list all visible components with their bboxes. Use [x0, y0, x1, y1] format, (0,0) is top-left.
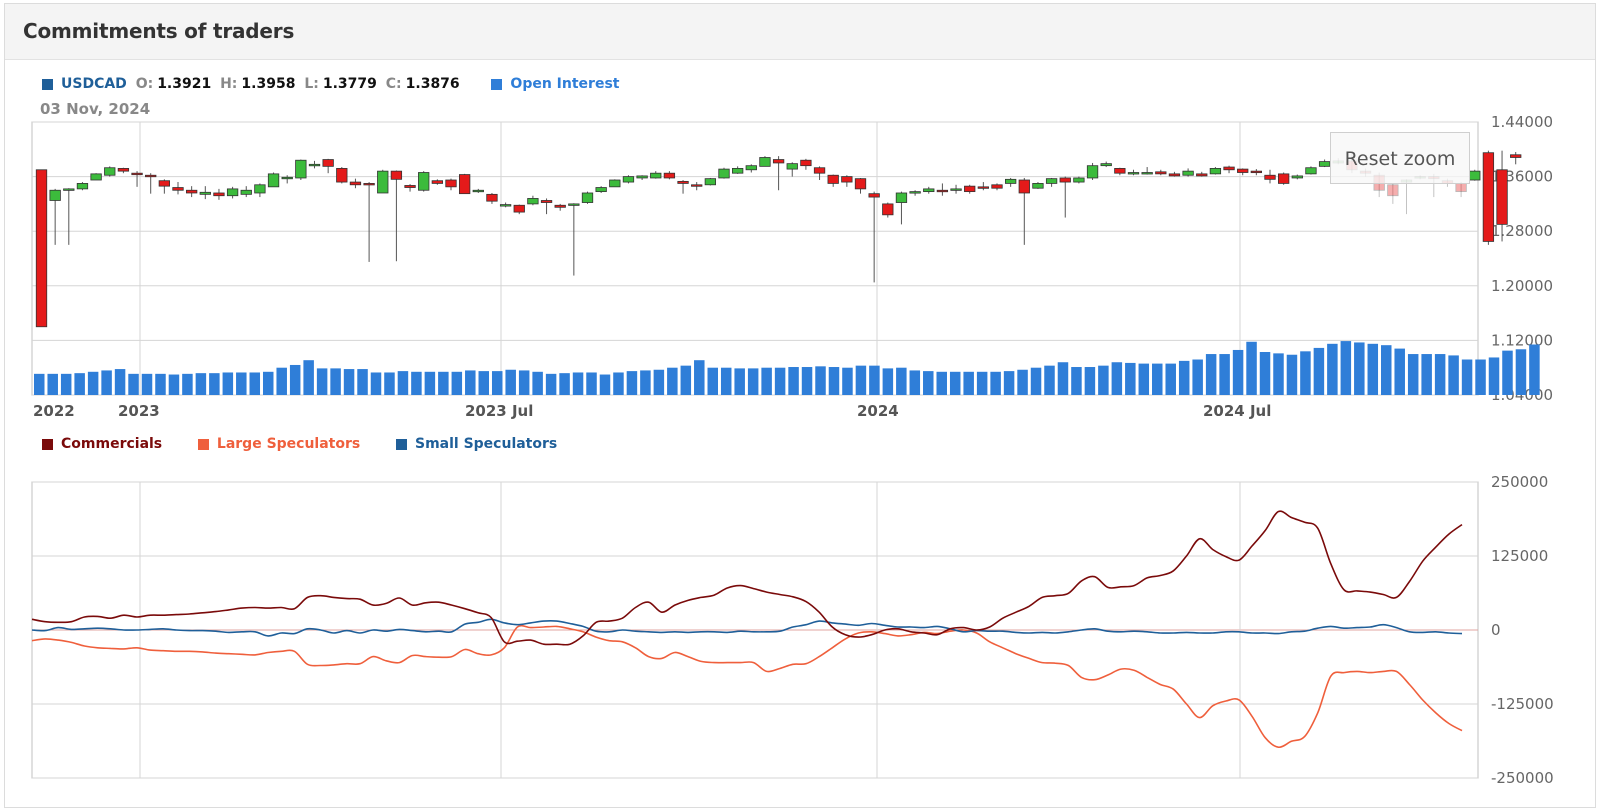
positions-y-tick-label: 250000	[1491, 473, 1548, 491]
positions-chart[interactable]: 250000 125000 0 -125000 -250000	[0, 0, 1600, 810]
series-line-large-speculators	[31, 624, 1463, 749]
series-line-commercials	[31, 510, 1463, 646]
positions-y-tick-label: 0	[1491, 621, 1501, 639]
positions-y-tick-label: -125000	[1491, 695, 1554, 713]
positions-y-tick-label: 125000	[1491, 547, 1548, 565]
positions-y-tick-label: -250000	[1491, 769, 1554, 787]
series-line-small-speculators	[31, 618, 1463, 637]
